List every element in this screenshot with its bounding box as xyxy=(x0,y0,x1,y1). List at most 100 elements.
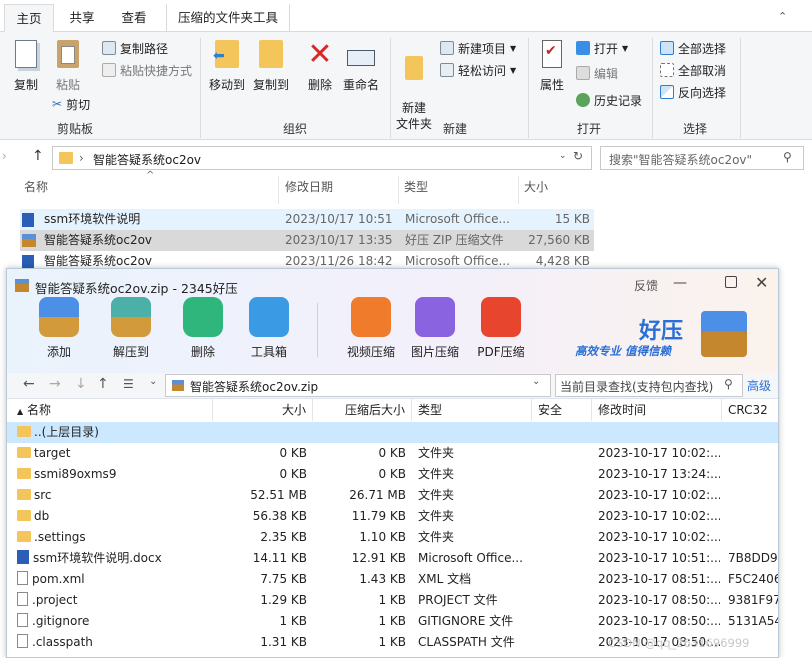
add-button[interactable]: 添加 xyxy=(29,297,89,360)
cell-name: src xyxy=(34,488,52,502)
pdf-compress-button[interactable]: PDF压缩 xyxy=(471,297,531,360)
view-mode-icon[interactable]: ☰ xyxy=(123,377,134,391)
column-size[interactable]: 大小 xyxy=(524,178,548,195)
column-divider[interactable] xyxy=(278,176,279,204)
forward-arrow-icon[interactable]: → xyxy=(49,376,61,392)
paste-shortcut-label: 粘贴快捷方式 xyxy=(120,63,193,78)
table-row[interactable]: db 56.38 KB 11.79 KB 文件夹 2023-10-17 10:02:..… xyxy=(7,506,778,527)
chevron-down-icon[interactable]: ⌄ xyxy=(149,376,157,387)
cell-compressed-size: 1.10 KB xyxy=(359,530,406,544)
properties-button[interactable]: ✔ 属性 xyxy=(534,38,570,93)
feedback-link[interactable]: 反馈 xyxy=(634,277,658,294)
col-compressed-size[interactable]: 压缩后大小 xyxy=(313,399,412,421)
toolbox-button[interactable]: 工具箱 xyxy=(239,297,299,360)
tab-compressed-folder-tools[interactable]: 压缩的文件夹工具 xyxy=(166,4,290,32)
column-type[interactable]: 类型 xyxy=(404,178,428,195)
table-row[interactable]: ssm环境软件说明.docx 14.11 KB 12.91 KB Microsoft … xyxy=(7,548,778,569)
cell-crc32: 5131A54 xyxy=(728,614,778,628)
paste-shortcut-button[interactable]: 粘贴快捷方式 xyxy=(102,60,192,80)
tab-share[interactable]: 共享 xyxy=(58,4,106,32)
col-name-label: 名称 xyxy=(26,403,51,417)
video-compress-button[interactable]: 视频压缩 xyxy=(341,297,401,360)
table-row[interactable]: .project 1.29 KB 1 KB PROJECT 文件 2023-10-17 … xyxy=(7,590,778,611)
cell-type: 文件夹 xyxy=(418,446,455,460)
cell-name: .classpath xyxy=(32,635,93,649)
search-icon[interactable]: ⚲ xyxy=(783,150,792,164)
col-name[interactable]: ▲ 名称 xyxy=(13,399,213,421)
table-row[interactable]: target 0 KB 0 KB 文件夹 2023-10-17 10:02:... xyxy=(7,443,778,464)
ribbon: 复制 粘贴 复制路径 粘贴快捷方式 ✂ 剪切 剪贴板 ⬅ 移动到 复制到 ✕ 删除… xyxy=(0,32,812,140)
address-box[interactable]: › 智能答疑系统oc2ov ⌄ ↻ xyxy=(52,146,592,170)
forward-arrow-icon[interactable]: › xyxy=(2,149,7,163)
delete-button[interactable]: ✕ 删除 xyxy=(302,38,338,93)
search-icon[interactable]: ⚲ xyxy=(724,377,733,391)
file-icon xyxy=(17,592,28,606)
cell-name: db xyxy=(34,509,50,523)
image-compress-button[interactable]: 图片压缩 xyxy=(405,297,465,360)
select-all-button[interactable]: 全部选择 xyxy=(660,38,726,58)
table-row[interactable]: .settings 2.35 KB 1.10 KB 文件夹 2023-10-17 10:… xyxy=(7,527,778,548)
tab-view[interactable]: 查看 xyxy=(110,4,158,32)
rename-button[interactable]: 重命名 xyxy=(340,38,382,93)
open-button[interactable]: 打开 ▼ xyxy=(576,38,628,58)
move-to-button[interactable]: ⬅ 移动到 xyxy=(206,38,248,93)
table-row[interactable]: src 52.51 MB 26.71 MB 文件夹 2023-10-17 10:02:.… xyxy=(7,485,778,506)
copy-path-button[interactable]: 复制路径 xyxy=(102,38,168,58)
video-icon xyxy=(351,297,391,337)
minimize-icon[interactable]: — xyxy=(673,275,687,291)
table-row[interactable]: ..(上层目录) xyxy=(7,422,778,443)
edit-button[interactable]: 编辑 xyxy=(576,63,618,83)
invert-selection-label: 反向选择 xyxy=(678,85,727,100)
cut-button[interactable]: ✂ 剪切 xyxy=(52,94,90,114)
back-arrow-icon[interactable]: ← xyxy=(23,376,35,392)
table-row[interactable]: pom.xml 7.75 KB 1.43 KB XML 文档 2023-10-17 08… xyxy=(7,569,778,590)
close-icon[interactable]: ✕ xyxy=(755,273,768,292)
col-security[interactable]: 安全 xyxy=(532,399,592,421)
cell-compressed-size: 0 KB xyxy=(378,446,406,460)
easy-access-button[interactable]: 轻松访问 ▼ xyxy=(440,60,516,80)
cell-size: 0 KB xyxy=(279,446,307,460)
breadcrumb[interactable]: 智能答疑系统oc2ov xyxy=(93,151,201,168)
copy-path-label: 复制路径 xyxy=(120,41,169,56)
table-row[interactable]: ssmi89oxms9 0 KB 0 KB 文件夹 2023-10-17 13:24:.… xyxy=(7,464,778,485)
copy-button[interactable]: 复制 xyxy=(8,38,44,93)
chevron-up-icon[interactable]: ⌃ xyxy=(778,10,790,23)
col-modified-time[interactable]: 修改时间 xyxy=(592,399,722,421)
up-arrow-icon[interactable]: ↑ xyxy=(97,376,109,392)
up-arrow-icon[interactable]: ↑ xyxy=(32,148,44,164)
invert-selection-button[interactable]: 反向选择 xyxy=(660,82,726,102)
easy-access-icon xyxy=(440,63,454,77)
down-arrow-icon[interactable]: ↓ xyxy=(75,376,87,392)
chevron-down-icon[interactable]: ⌄ xyxy=(532,376,540,387)
col-type[interactable]: 类型 xyxy=(412,399,532,421)
add-icon xyxy=(39,297,79,337)
archive-path-box[interactable]: 智能答疑系统oc2ov.zip ⌄ xyxy=(165,374,551,397)
new-item-button[interactable]: 新建项目 ▼ xyxy=(440,38,516,58)
column-divider[interactable] xyxy=(518,176,519,204)
col-size[interactable]: 大小 xyxy=(213,399,313,421)
column-divider[interactable] xyxy=(398,176,399,204)
paste-button[interactable]: 粘贴 xyxy=(50,38,86,93)
maximize-icon[interactable] xyxy=(725,276,737,288)
cell-compressed-size: 1.43 KB xyxy=(359,572,406,586)
chevron-down-icon[interactable]: ⌄ xyxy=(559,151,567,161)
copy-to-button[interactable]: 复制到 xyxy=(250,38,292,93)
extract-to-button[interactable]: 解压到 xyxy=(101,297,161,360)
file-row[interactable]: ssm环境软件说明 2023/10/17 10:51 Microsoft Off… xyxy=(20,209,594,230)
tab-home[interactable]: 主页 xyxy=(4,4,54,32)
column-name[interactable]: 名称 xyxy=(24,178,48,195)
file-row[interactable]: 智能答疑系统oc2ov 2023/10/17 13:35 好压 ZIP 压缩文件… xyxy=(20,230,594,251)
move-to-label: 移动到 xyxy=(208,78,245,92)
column-date[interactable]: 修改日期 xyxy=(285,178,333,195)
cell-type: GITIGNORE 文件 xyxy=(418,614,514,628)
history-button[interactable]: 历史记录 xyxy=(576,90,642,110)
archive-search-box[interactable]: 当前目录查找(支持包内查找) ⚲ xyxy=(555,374,743,397)
advanced-search-link[interactable]: 高级 xyxy=(747,377,771,394)
search-box[interactable]: 搜索"智能答疑系统oc2ov" ⚲ xyxy=(600,146,804,170)
col-crc32[interactable]: CRC32 xyxy=(722,399,778,421)
select-none-button[interactable]: 全部取消 xyxy=(660,60,726,80)
refresh-icon[interactable]: ↻ xyxy=(573,149,583,163)
delete-archive-button[interactable]: 删除 xyxy=(173,297,233,360)
table-row[interactable]: .gitignore 1 KB 1 KB GITIGNORE 文件 2023-10-17… xyxy=(7,611,778,632)
copy-to-label: 复制到 xyxy=(252,78,289,92)
